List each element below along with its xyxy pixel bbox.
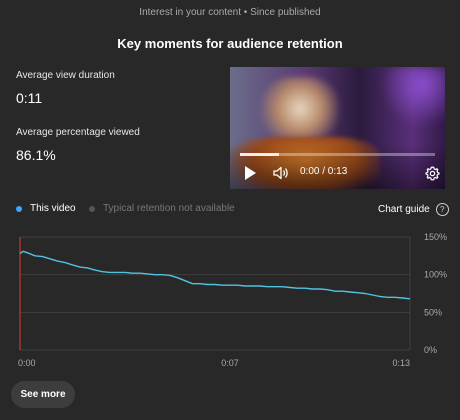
settings-gear-icon [424, 166, 440, 180]
x-tick-label: 0:13 [392, 358, 410, 368]
y-tick-label: 100% [424, 270, 447, 280]
video-player[interactable]: 0:00 / 0:13 [230, 67, 445, 189]
legend-label-typical: Typical retention not available [103, 203, 235, 214]
avg-view-duration-label: Average view duration [16, 70, 115, 81]
see-more-button[interactable]: See more [11, 381, 75, 408]
x-tick-label: 0:00 [18, 358, 36, 368]
avg-percentage-viewed-label: Average percentage viewed [16, 127, 140, 138]
y-tick-label: 150% [424, 232, 447, 242]
volume-icon [273, 166, 288, 180]
retention-panel: Interest in your content • Since publish… [0, 0, 460, 420]
avg-view-duration-value: 0:11 [16, 90, 43, 106]
help-icon: ? [435, 203, 449, 216]
video-time-readout: 0:00 / 0:13 [300, 166, 348, 177]
typical-retention-dot-icon [89, 205, 95, 212]
retention-chart[interactable]: 0% 50% 100% 150% 0:00 0:07 0:13 [0, 225, 460, 370]
play-button[interactable] [242, 165, 258, 181]
chart-guide-link[interactable]: Chart guide ? [378, 203, 449, 216]
legend-item-typical: Typical retention not available [89, 203, 235, 214]
video-frame-art [380, 67, 445, 127]
play-icon [245, 166, 256, 180]
y-tick-label: 0% [424, 345, 437, 355]
panel-subtitle: Interest in your content • Since publish… [139, 7, 321, 18]
legend-label-this-video: This video [30, 203, 76, 214]
panel-title: Key moments for audience retention [117, 36, 343, 51]
x-tick-label: 0:07 [221, 358, 239, 368]
y-tick-label: 50% [424, 307, 442, 317]
this-video-dot-icon [16, 205, 22, 212]
settings-button[interactable] [424, 165, 440, 181]
video-progress-fill [240, 153, 279, 156]
chart-guide-label: Chart guide [378, 204, 430, 215]
volume-button[interactable] [272, 165, 290, 181]
legend-item-this-video: This video [16, 203, 76, 214]
avg-percentage-viewed-value: 86.1% [16, 147, 56, 163]
video-progress-bar[interactable] [240, 153, 435, 156]
